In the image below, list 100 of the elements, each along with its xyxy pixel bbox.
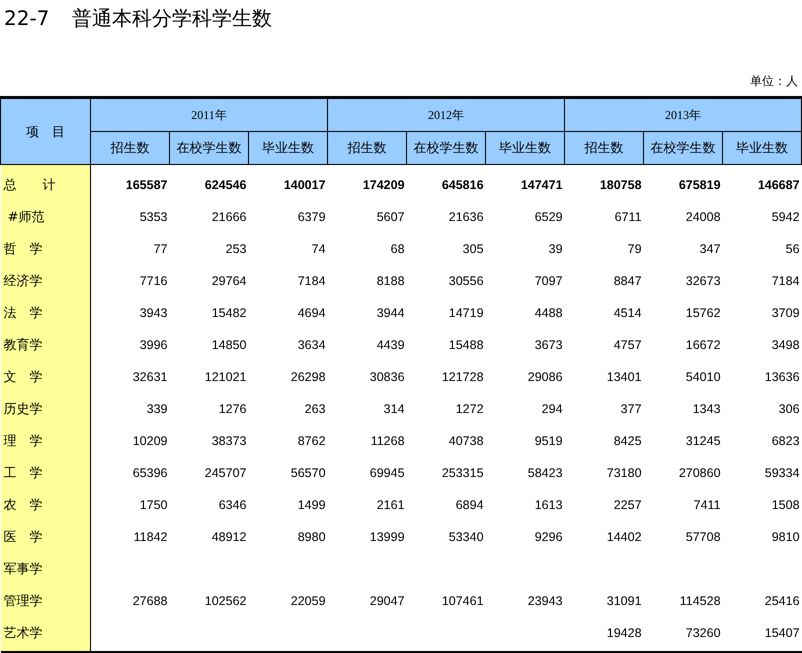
table-cell: 3944 bbox=[376, 306, 405, 320]
table-cell: 30836 bbox=[370, 370, 405, 384]
table-cell: 57708 bbox=[686, 530, 721, 544]
table-cell: 645816 bbox=[442, 178, 484, 192]
table-cell: 1276 bbox=[218, 402, 246, 416]
table-cell: 54010 bbox=[686, 370, 721, 384]
table-cell: 4439 bbox=[376, 338, 405, 352]
header-cell: 招生数 bbox=[564, 132, 644, 164]
row-label: 法 学 bbox=[0, 297, 90, 329]
table-cell: 377 bbox=[620, 402, 642, 416]
unit-label: 单位：人 bbox=[750, 73, 798, 90]
row-label: 管理学 bbox=[0, 585, 90, 617]
table-cell: 1499 bbox=[298, 498, 326, 512]
table-cell: 6379 bbox=[298, 210, 326, 224]
table-cell: 30556 bbox=[448, 274, 484, 288]
table-cell: 3498 bbox=[772, 338, 800, 352]
table-cell: 1613 bbox=[534, 498, 563, 512]
row-label: #师范 bbox=[0, 201, 90, 233]
table-cell: 29086 bbox=[528, 370, 563, 384]
table-cell: 15488 bbox=[448, 338, 484, 352]
table-cell: 14719 bbox=[448, 306, 484, 320]
header-cell: 毕业生数 bbox=[486, 132, 565, 164]
row-label: 艺术学 bbox=[0, 617, 90, 649]
table-cell: 146687 bbox=[758, 178, 800, 192]
table-cell: 114528 bbox=[680, 594, 721, 608]
table-cell: 2257 bbox=[614, 498, 642, 512]
table-cell: 23943 bbox=[528, 594, 563, 608]
table-cell: 32631 bbox=[132, 370, 168, 384]
table-cell: 39 bbox=[548, 242, 563, 256]
table-cell: 13401 bbox=[606, 370, 642, 384]
row-label: 教育学 bbox=[0, 329, 90, 361]
table-cell: 1272 bbox=[456, 402, 484, 416]
row-label: 哲 学 bbox=[0, 233, 90, 265]
table-cell: 165587 bbox=[126, 178, 168, 192]
table-cell: 4757 bbox=[614, 338, 642, 352]
row-label: 军事学 bbox=[0, 553, 90, 585]
table-cell: 624546 bbox=[204, 178, 246, 192]
table-cell: 29047 bbox=[370, 594, 405, 608]
table-cell: 53340 bbox=[448, 530, 484, 544]
table-cell: 347 bbox=[700, 242, 721, 256]
table-cell: 121021 bbox=[204, 370, 246, 384]
table-cell: 3634 bbox=[298, 338, 326, 352]
table-cell: 21636 bbox=[448, 210, 484, 224]
table-cell: 8188 bbox=[376, 274, 405, 288]
table-cell: 74 bbox=[312, 242, 326, 256]
table-cell: 1750 bbox=[140, 498, 168, 512]
table-cell: 263 bbox=[304, 402, 326, 416]
table-cell: 5353 bbox=[140, 210, 168, 224]
table-cell: 5942 bbox=[772, 210, 800, 224]
row-label: 理 学 bbox=[0, 425, 90, 457]
row-label: 经济学 bbox=[0, 265, 90, 297]
header-cell: 毕业生数 bbox=[248, 132, 328, 164]
table-cell: 11842 bbox=[134, 530, 168, 544]
table-cell: 73180 bbox=[606, 466, 642, 480]
table-cell: 7411 bbox=[694, 498, 721, 512]
header-cell: 在校学生数 bbox=[170, 132, 248, 164]
table-cell: 48912 bbox=[212, 530, 246, 544]
header-cell: 项 目 bbox=[0, 98, 90, 164]
table-cell: 253315 bbox=[442, 466, 484, 480]
table-cell: 56570 bbox=[290, 466, 326, 480]
table-number: 22-7 bbox=[4, 6, 50, 30]
table-cell: 6894 bbox=[456, 498, 484, 512]
table-cell: 245707 bbox=[204, 466, 246, 480]
table-cell: 174209 bbox=[362, 178, 405, 192]
table-cell: 4514 bbox=[614, 306, 642, 320]
header-cell: 毕业生数 bbox=[722, 132, 802, 164]
table-cell: 8980 bbox=[298, 530, 326, 544]
table-cell: 32673 bbox=[686, 274, 721, 288]
table-cell: 8425 bbox=[614, 434, 642, 448]
table-cell: 270860 bbox=[678, 466, 721, 480]
table-cell: 40738 bbox=[448, 434, 484, 448]
table-cell: 38373 bbox=[212, 434, 246, 448]
table-cell: 9810 bbox=[772, 530, 800, 544]
table-cell: 5607 bbox=[376, 210, 405, 224]
table-cell: 69945 bbox=[370, 466, 405, 480]
table-cell: 77 bbox=[154, 242, 168, 256]
table-cell: 1343 bbox=[692, 402, 721, 416]
table-cell: 14850 bbox=[212, 338, 246, 352]
table-cell: 3943 bbox=[140, 306, 168, 320]
table-cell: 21666 bbox=[212, 210, 246, 224]
header-cell: 在校学生数 bbox=[644, 132, 723, 164]
table-cell: 56 bbox=[786, 242, 800, 256]
table-cell: 306 bbox=[778, 402, 800, 416]
table-cell: 16672 bbox=[686, 338, 721, 352]
table-cell: 6346 bbox=[218, 498, 246, 512]
table-cell: 6529 bbox=[534, 210, 563, 224]
table-cell: 1508 bbox=[772, 498, 800, 512]
table-cell: 15762 bbox=[686, 306, 721, 320]
table-cell: 22059 bbox=[290, 594, 326, 608]
row-label: 文 学 bbox=[0, 361, 90, 393]
table-cell: 59334 bbox=[764, 466, 800, 480]
header-cell: 在校学生数 bbox=[406, 132, 486, 164]
table-cell: 6823 bbox=[772, 434, 800, 448]
table-cell: 7184 bbox=[772, 274, 800, 288]
table-cell: 11268 bbox=[370, 434, 405, 448]
table-cell: 8762 bbox=[298, 434, 326, 448]
header-cell: 2011年 bbox=[90, 98, 328, 132]
row-label: 医 学 bbox=[0, 521, 90, 553]
table-cell: 58423 bbox=[528, 466, 563, 480]
row-label: 历史学 bbox=[0, 393, 90, 425]
